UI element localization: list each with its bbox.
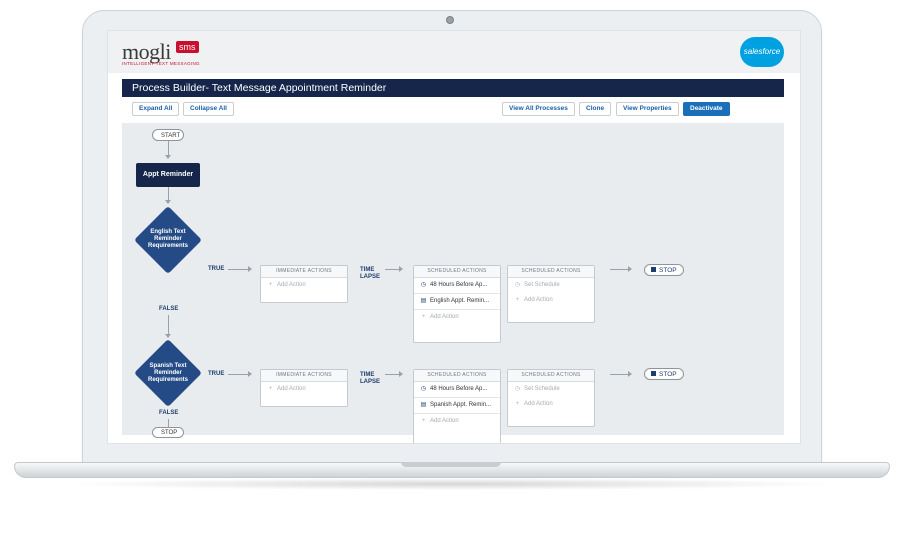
schedule-time: 48 Hours Before Ap... [430, 282, 488, 288]
expand-all-button[interactable]: Expand All [132, 102, 180, 116]
add-action-button[interactable]: + Add Action [261, 382, 347, 397]
plus-icon: + [515, 297, 520, 303]
arrow-down-icon [165, 155, 171, 159]
scheduled-actions-panel: SCHEDULED ACTIONS ◷ 48 Hours Before Ap...… [413, 369, 501, 443]
arrow-right-icon [399, 371, 403, 377]
add-action-label: Add Action [524, 297, 553, 303]
start-node: START [152, 129, 184, 141]
arrow-right-icon [248, 266, 252, 272]
plus-icon: + [515, 401, 520, 407]
app-header: mogli sms INTELLIGENT TEXT MESSAGING sal… [108, 31, 800, 73]
set-schedule-label: Set Schedule [524, 282, 560, 288]
view-properties-button[interactable]: View Properties [616, 102, 679, 116]
set-schedule-row[interactable]: ◷ Set Schedule [508, 382, 594, 397]
criteria-label: English Text Reminder Requirements [147, 229, 188, 249]
criteria-label: Spanish Text Reminder Requirements [147, 363, 188, 383]
add-action-label: Add Action [430, 418, 459, 424]
panel-header: SCHEDULED ACTIONS [414, 266, 500, 278]
arrow-right-icon [628, 266, 632, 272]
stop-node: STOP [644, 264, 684, 276]
schedule-row[interactable]: ◷ 48 Hours Before Ap... [414, 278, 500, 294]
action-name: Spanish Appt. Remin... [430, 402, 492, 408]
add-action-label: Add Action [277, 282, 306, 288]
schedule-time: 48 Hours Before Ap... [430, 386, 488, 392]
arrow-right-icon [248, 371, 252, 377]
panel-header: SCHEDULED ACTIONS [508, 370, 594, 382]
clock-icon: ◷ [514, 386, 521, 392]
plus-icon: + [421, 418, 426, 424]
plus-icon: + [421, 314, 426, 320]
time-lapse-label: TIME LAPSE [360, 267, 381, 280]
time-lapse-label: TIME LAPSE [360, 372, 381, 385]
false-label: FALSE [159, 410, 179, 416]
collapse-all-button[interactable]: Collapse All [183, 102, 234, 116]
connector-line [228, 269, 248, 270]
connector-line [385, 374, 399, 375]
clock-icon: ◷ [420, 386, 427, 392]
false-label: FALSE [159, 306, 179, 312]
camera-icon [446, 16, 454, 24]
end-stop-node: STOP [152, 427, 184, 438]
stop-icon [651, 371, 656, 376]
laptop-notch [401, 462, 501, 467]
stop-node: STOP [644, 368, 684, 380]
action-row[interactable]: ▤ English Appt. Remin... [414, 294, 500, 310]
clock-icon: ◷ [420, 282, 427, 288]
add-action-label: Add Action [524, 401, 553, 407]
connector-line [610, 269, 628, 270]
plus-icon: + [268, 282, 273, 288]
set-schedule-label: Set Schedule [524, 386, 560, 392]
plus-icon: + [268, 386, 273, 392]
stop-label: STOP [659, 267, 677, 274]
message-icon: ▤ [420, 402, 427, 408]
add-action-label: Add Action [277, 386, 306, 392]
deactivate-button[interactable]: Deactivate [683, 102, 730, 116]
connector-line [228, 374, 248, 375]
arrow-down-icon [165, 200, 171, 204]
arrow-right-icon [399, 266, 403, 272]
set-schedule-row[interactable]: ◷ Set Schedule [508, 278, 594, 293]
add-action-button[interactable]: + Add Action [414, 414, 500, 429]
object-node[interactable]: Appt Reminder [136, 163, 200, 187]
stop-label: STOP [659, 371, 677, 378]
panel-header: SCHEDULED ACTIONS [414, 370, 500, 382]
connector-line [385, 269, 399, 270]
add-action-button[interactable]: + Add Action [508, 397, 594, 412]
clone-button[interactable]: Clone [579, 102, 612, 116]
app-screen: mogli sms INTELLIGENT TEXT MESSAGING sal… [107, 30, 801, 444]
scheduled-actions-panel-2: SCHEDULED ACTIONS ◷ Set Schedule + Add Act… [507, 369, 595, 427]
add-action-button[interactable]: + Add Action [414, 310, 500, 325]
action-row[interactable]: ▤ Spanish Appt. Remin... [414, 398, 500, 414]
arrow-down-icon [165, 334, 171, 338]
schedule-row[interactable]: ◷ 48 Hours Before Ap... [414, 382, 500, 398]
mogli-logo-badge: sms [176, 41, 199, 53]
connector-line [610, 374, 628, 375]
laptop-shadow [60, 478, 842, 490]
true-label: TRUE [208, 371, 225, 377]
message-icon: ▤ [420, 298, 427, 304]
view-all-processes-button[interactable]: View All Processes [502, 102, 575, 116]
add-action-label: Add Action [430, 314, 459, 320]
panel-header: IMMEDIATE ACTIONS [261, 266, 347, 278]
action-name: English Appt. Remin... [430, 298, 490, 304]
process-canvas: START Appt Reminder English Text Reminde… [122, 123, 784, 443]
scheduled-actions-panel-2: SCHEDULED ACTIONS ◷ Set Schedule + Add Act… [507, 265, 595, 323]
panel-header: IMMEDIATE ACTIONS [261, 370, 347, 382]
mogli-tagline: INTELLIGENT TEXT MESSAGING [122, 61, 200, 66]
panel-header: SCHEDULED ACTIONS [508, 266, 594, 278]
clock-icon: ◷ [514, 282, 521, 288]
true-label: TRUE [208, 266, 225, 272]
page-title: Process Builder- Text Message Appointmen… [122, 79, 784, 97]
scheduled-actions-panel: SCHEDULED ACTIONS ◷ 48 Hours Before Ap...… [413, 265, 501, 343]
salesforce-logo: salesforce [740, 37, 784, 67]
immediate-actions-panel: IMMEDIATE ACTIONS + Add Action [260, 369, 348, 407]
add-action-button[interactable]: + Add Action [261, 278, 347, 293]
immediate-actions-panel: IMMEDIATE ACTIONS + Add Action [260, 265, 348, 303]
stop-icon [651, 267, 656, 272]
arrow-right-icon [628, 371, 632, 377]
add-action-button[interactable]: + Add Action [508, 293, 594, 308]
